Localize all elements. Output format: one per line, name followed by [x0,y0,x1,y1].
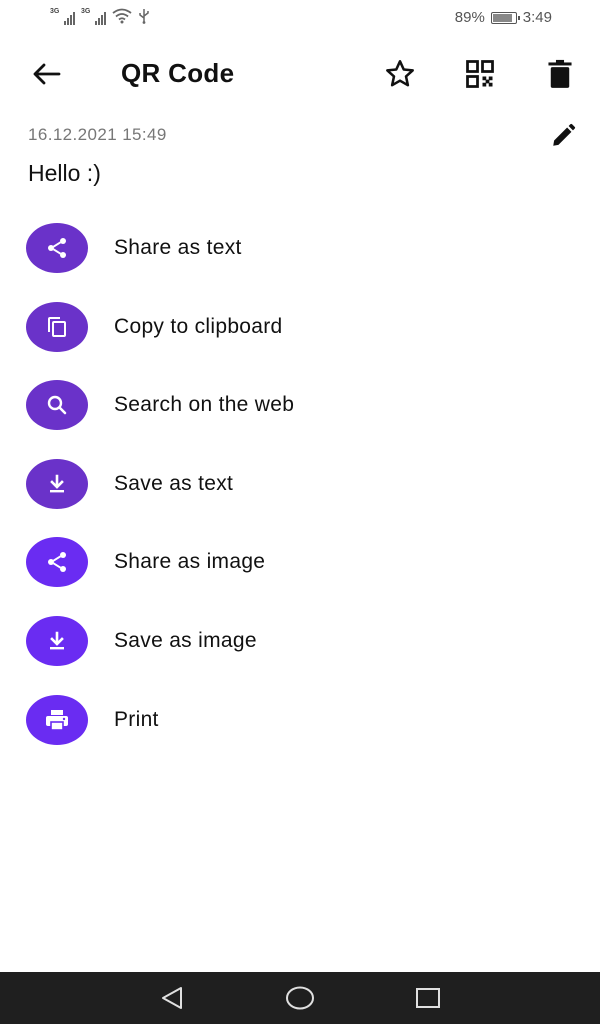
search-on-web-button[interactable]: Search on the web [26,380,586,431]
share-as-image-button[interactable]: Share as image [26,537,586,588]
action-icon-bg [26,458,88,509]
barcode-text[interactable]: Hello :) [28,160,101,187]
page-title: QR Code [121,58,235,88]
action-icon-bg [26,380,88,431]
action-label: Save as text [114,471,234,495]
nav-recents-button[interactable] [413,984,443,1012]
action-label: Share as text [114,236,242,259]
square-recents-icon [416,988,440,1008]
screen: 3G 3G 89% 3:49 QR Code 16.12.2021 15:49 … [0,0,600,1024]
system-nav-bar [0,972,600,1024]
battery-fill [492,13,513,22]
pencil-icon [553,123,576,146]
action-list: Share as text Copy to clipboard Search o… [26,223,586,773]
copy-to-clipboard-button[interactable]: Copy to clipboard [26,301,586,352]
action-label: Save as image [114,628,257,652]
status-left: 3G 3G [50,8,150,28]
nav-home-button[interactable] [285,984,315,1012]
save-as-text-button[interactable]: Save as text [26,458,586,509]
printer-icon [46,709,68,731]
back-button[interactable] [28,58,64,90]
app-bar: QR Code [0,44,600,104]
action-icon-bg [26,615,88,666]
action-label: Search on the web [114,393,295,417]
signal-bars-icon [95,12,106,25]
network-type-2: 3G [81,8,91,15]
action-icon-bg [26,301,88,352]
status-time: 3:49 [522,9,552,26]
share-icon [48,238,66,258]
battery-icon [490,11,520,24]
search-icon [47,395,67,415]
favorite-button[interactable] [382,56,418,92]
barcode-meta: 16.12.2021 15:49 [28,122,578,150]
action-label: Print [114,707,159,731]
signal-1: 3G [50,8,75,25]
wifi-icon [112,8,132,28]
action-icon-bg [26,223,88,273]
qr-code-icon [466,60,494,88]
network-type-1: 3G [50,8,60,15]
arrow-back-icon [33,63,61,85]
scan-timestamp: 16.12.2021 15:49 [28,125,167,144]
battery-percent: 89% [454,9,485,26]
download-icon [50,474,64,493]
copy-icon [48,316,66,337]
print-button[interactable]: Print [26,694,586,745]
show-qr-button[interactable] [462,56,498,92]
edit-button[interactable] [548,122,578,150]
circle-home-icon [286,986,314,1010]
signal-bars-icon [64,12,75,25]
usb-icon [138,8,150,28]
star-outline-icon [386,60,414,87]
share-icon [48,552,66,573]
nav-back-button[interactable] [157,984,187,1012]
status-bar: 3G 3G 89% 3:49 [0,0,600,36]
save-as-image-button[interactable]: Save as image [26,615,586,666]
action-label: Share as image [114,550,266,574]
signal-2: 3G [81,8,106,25]
action-label: Copy to clipboard [114,314,283,338]
action-icon-bg [26,694,88,745]
delete-button[interactable] [542,56,578,92]
download-icon [50,631,64,650]
status-right: 89% 3:49 [455,9,552,26]
triangle-back-icon [162,987,182,1009]
trash-icon [548,59,572,88]
share-as-text-button[interactable]: Share as text [26,223,586,273]
action-icon-bg [26,537,88,588]
